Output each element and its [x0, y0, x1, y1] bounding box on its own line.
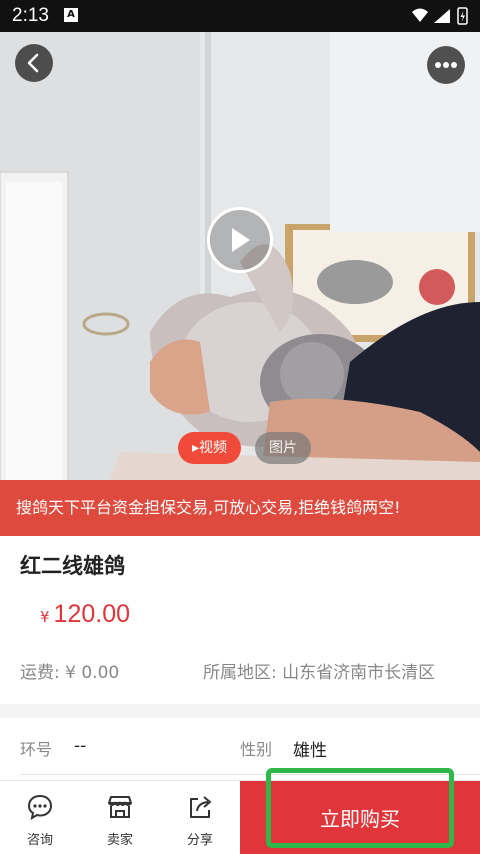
divider	[20, 774, 480, 775]
product-title: 红二线雄鸽	[20, 554, 125, 578]
chevron-left-icon	[27, 53, 39, 73]
product-price: ¥120.00	[40, 600, 130, 629]
region: 所属地区: 山东省济南市长清区	[203, 663, 436, 683]
consult-button[interactable]: 咨询	[0, 781, 80, 854]
shop-icon	[108, 796, 132, 818]
guarantee-banner: 搜鸽天下平台资金担保交易,可放心交易,拒绝钱鸽两空!	[0, 480, 480, 536]
more-dots-icon	[435, 62, 457, 68]
seller-label: 卖家	[106, 833, 133, 848]
media-tabs: ▸视频 图片	[178, 432, 312, 464]
back-button[interactable]	[15, 44, 53, 82]
tab-video[interactable]: ▸视频	[178, 432, 242, 464]
status-bar: 2:13 A	[0, 0, 480, 32]
price-currency: ¥	[40, 608, 50, 626]
system-status-icons	[412, 7, 468, 25]
play-icon	[232, 228, 250, 252]
seller-button[interactable]: 卖家	[80, 781, 160, 854]
share-icon	[190, 796, 211, 818]
ring-number-label: 环号	[20, 740, 53, 759]
status-time: 2:13	[12, 5, 49, 26]
buy-now-button[interactable]: 立即购买	[240, 781, 480, 854]
notification-a-icon: A	[64, 8, 78, 22]
ring-number-value: --	[74, 736, 87, 756]
play-video-button[interactable]	[207, 207, 273, 273]
tab-photo[interactable]: 图片	[255, 432, 312, 464]
signal-icon	[434, 9, 450, 23]
shipping-fee: 运费: ¥ 0.00	[20, 663, 120, 683]
consult-label: 咨询	[26, 833, 53, 848]
share-button[interactable]: 分享	[160, 781, 240, 854]
product-info-card: 红二线雄鸽 ¥120.00 运费: ¥ 0.00 所属地区: 山东省济南市长清区	[0, 536, 480, 704]
bottom-action-bar: 咨询 卖家 分享 立即购买	[0, 780, 480, 854]
spec-section: 环号 -- 性别 雄性	[0, 718, 480, 788]
price-value: 120.00	[53, 600, 131, 628]
more-button[interactable]	[427, 46, 465, 84]
gender-label: 性别	[240, 740, 273, 759]
product-media[interactable]: ▸视频 图片	[0, 32, 480, 480]
share-label: 分享	[186, 833, 213, 848]
wifi-icon	[412, 8, 428, 22]
product-detail-page: 2:13 A ▸视频 图片 搜鸽天下平台资金担保交易,可放心交易,拒绝钱鸽两空!…	[0, 0, 480, 854]
chat-icon	[27, 794, 53, 821]
gender-value: 雄性	[293, 741, 327, 761]
